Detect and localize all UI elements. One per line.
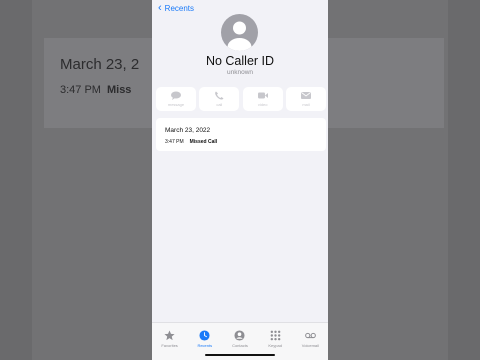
background-left-blur: March 23, 2 3:47 PM Miss [0,0,152,360]
tab-label: Contacts [232,343,248,348]
call-log-card: March 23, 2022 3:47 PM Missed Call [156,118,326,151]
chevron-left-icon: ‹ [158,2,162,14]
background-card [328,38,444,128]
clock-icon [199,330,210,341]
person-icon [234,330,246,341]
call-time: 3:47 PM [165,139,184,145]
caller-subtitle: unknown [226,69,254,76]
keypad-icon [270,330,281,341]
mail-icon [300,92,311,99]
star-icon [164,330,175,341]
avatar [221,14,258,51]
tab-label: Voicemail [301,343,319,348]
mail-button[interactable]: mail [285,87,326,111]
background-card [44,38,152,128]
mail-label: mail [302,102,310,107]
background-time-text: 3:47 PM Miss [60,84,131,96]
voicemail-icon [304,332,316,339]
back-label: Recents [164,3,195,13]
home-indicator[interactable] [205,353,275,356]
back-button[interactable]: ‹ Recents [158,2,195,14]
call-button[interactable]: call [199,87,240,111]
tab-label: Favorites [161,343,178,348]
call-entry: 3:47 PM Missed Call [165,139,217,145]
message-icon [171,91,181,100]
person-silhouette-icon [227,21,252,51]
video-label: video [257,102,268,107]
call-date: March 23, 2022 [165,127,211,134]
background-date-text: March 23, 2 [60,56,140,73]
background-right-blur [328,0,480,360]
tab-favorites[interactable]: Favorites [152,323,187,360]
message-button[interactable]: message [156,87,196,111]
call-status: Missed Call [189,139,218,145]
background-time: 3:47 PM [60,84,101,96]
phone-icon [215,91,224,100]
caller-name: No Caller ID [205,54,275,68]
message-label: message [167,102,185,107]
background-missed: Miss [106,84,132,96]
call-label: call [216,102,223,107]
action-row: message call video mail [156,87,326,111]
video-button[interactable]: video [242,87,283,111]
tab-label: Recents [197,343,213,348]
video-icon [257,92,268,99]
tab-voicemail[interactable]: Voicemail [293,323,328,360]
tab-label: Keypad [268,343,282,348]
phone-screen: ‹ Recents No Caller ID unknown message c… [152,0,328,360]
